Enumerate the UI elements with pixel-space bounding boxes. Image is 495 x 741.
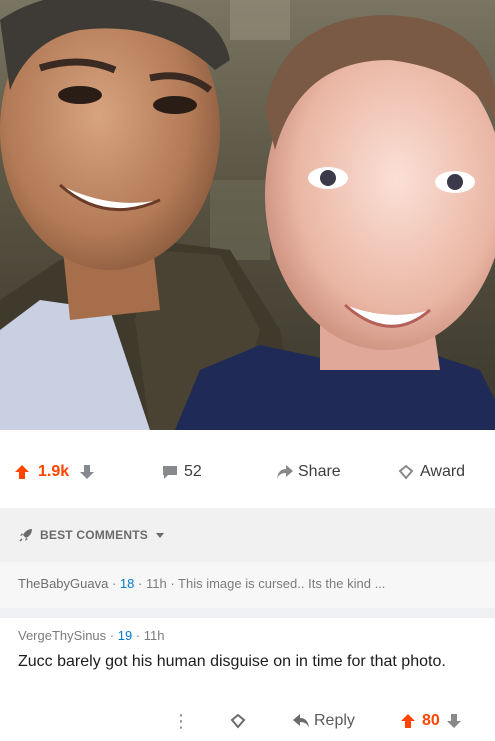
collapsed-comment[interactable]: TheBabyGuava · 18 · 11h · This image is … [0, 562, 495, 608]
share-button[interactable]: Share [276, 461, 341, 483]
comment-score: 18 [119, 576, 135, 591]
comment-sort-bar[interactable]: BEST COMMENTS [0, 508, 495, 562]
comment-award-button[interactable] [230, 710, 246, 732]
comment-vote-score: 80 [422, 712, 440, 729]
share-label: Share [298, 463, 341, 480]
divider [0, 608, 495, 618]
comment-icon [162, 464, 178, 480]
post-action-bar: 1.9k 52 Share Award [0, 430, 495, 508]
share-icon [276, 464, 293, 480]
comment-body: Zucc barely got his human disguise on in… [18, 653, 446, 670]
separator-dot: · [135, 628, 144, 643]
reply-icon [292, 713, 309, 729]
post-score: 1.9k [38, 463, 70, 480]
downvote-icon[interactable] [79, 464, 95, 480]
post-vote-group: 1.9k [14, 461, 95, 483]
upvote-icon[interactable] [400, 713, 416, 729]
selfie-photo [0, 0, 495, 430]
more-icon[interactable]: ⋮ [172, 710, 190, 732]
downvote-icon[interactable] [446, 713, 462, 729]
comment-author[interactable]: TheBabyGuava [18, 576, 108, 591]
comment-vote-group: 80 [400, 710, 462, 732]
award-label: Award [420, 463, 466, 480]
award-icon [230, 713, 246, 729]
award-icon [398, 464, 414, 480]
chevron-down-icon [154, 527, 170, 543]
comment-time: 11h [145, 576, 167, 591]
reply-label: Reply [314, 712, 355, 729]
comment-count: 52 [184, 463, 202, 480]
comments-button[interactable]: 52 [162, 461, 202, 483]
post-image[interactable] [0, 0, 495, 430]
comment-time: 11h [143, 628, 165, 643]
separator-dot: · [138, 576, 146, 591]
comment: VergeThySinus · 19 · 11h Zucc barely got… [0, 618, 495, 741]
separator-dot: · [109, 628, 118, 643]
sort-label: BEST COMMENTS [40, 528, 148, 542]
comment-preview: This image is cursed.. Its the kind ... [178, 576, 386, 591]
award-button[interactable]: Award [398, 461, 465, 483]
reply-button[interactable]: Reply [292, 710, 355, 732]
comment-score: 19 [117, 628, 133, 643]
separator-dot: · [111, 576, 120, 591]
comment-author[interactable]: VergeThySinus [18, 628, 106, 643]
rocket-icon [18, 527, 34, 543]
upvote-icon[interactable] [14, 464, 30, 480]
separator-dot: · [170, 576, 179, 591]
